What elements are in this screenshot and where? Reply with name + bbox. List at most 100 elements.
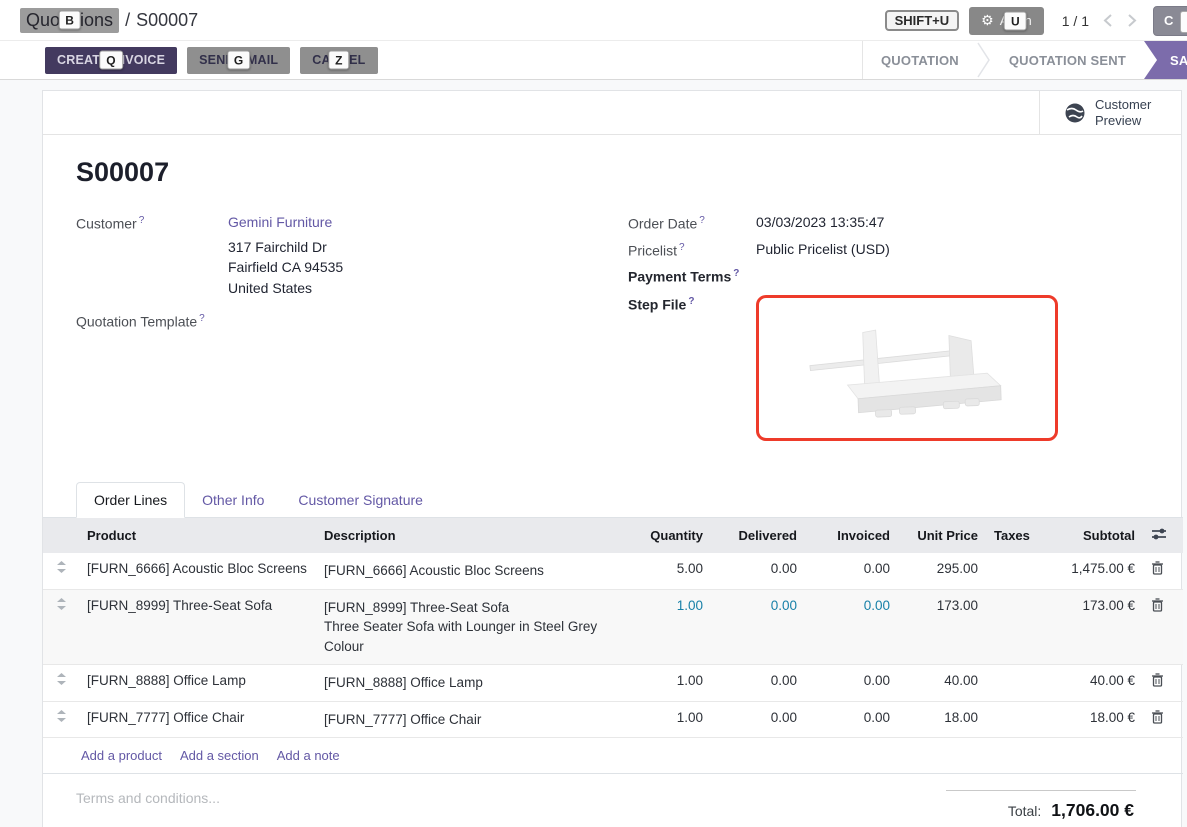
key-hint-send-email: G — [227, 51, 251, 70]
cell-quantity[interactable]: 1.00 — [621, 665, 711, 702]
customer-link[interactable]: Gemini Furniture — [228, 214, 332, 230]
cell-subtotal: 1,475.00 € — [1043, 553, 1143, 589]
cell-delivered[interactable]: 0.00 — [711, 665, 805, 702]
add-product-link[interactable]: Add a product — [81, 748, 162, 763]
add-note-link[interactable]: Add a note — [277, 748, 340, 763]
form-view-content: Customer Preview S00007 Customer? Gemini… — [0, 80, 1187, 827]
customer-preview-button[interactable]: Customer Preview — [1039, 91, 1181, 134]
cell-unit-price[interactable]: 295.00 — [898, 553, 986, 589]
action-menu-button[interactable]: ⚙ A U ion — [969, 7, 1044, 35]
sheet: Customer Preview S00007 Customer? Gemini… — [42, 90, 1182, 827]
delete-row-icon[interactable] — [1151, 561, 1164, 575]
breadcrumb-separator: / — [125, 10, 130, 31]
order-lines-table: Product Description Quantity Delivered I… — [43, 517, 1183, 738]
cell-invoiced[interactable]: 0.00 — [805, 589, 898, 665]
header-taxes[interactable]: Taxes — [986, 517, 1043, 553]
stage-sales-order[interactable]: SALES ORDER — [1144, 41, 1187, 79]
field-order-date: Order Date? 03/03/2023 13:35:47 — [628, 214, 1148, 232]
cell-subtotal: 40.00 € — [1043, 665, 1143, 702]
cell-delivered[interactable]: 0.00 — [711, 553, 805, 589]
cell-quantity[interactable]: 5.00 — [621, 553, 711, 589]
delete-row-icon[interactable] — [1151, 598, 1164, 612]
step-file-label: Step File? — [628, 295, 756, 441]
cell-invoiced[interactable]: 0.00 — [805, 701, 898, 738]
cell-delivered[interactable]: 0.00 — [711, 589, 805, 665]
pager-prev-icon[interactable] — [1103, 13, 1113, 28]
adjust-columns-icon[interactable] — [1151, 527, 1167, 541]
terms-input[interactable]: Terms and conditions... — [76, 790, 220, 821]
cell-quantity[interactable]: 1.00 — [621, 589, 711, 665]
header-invoiced[interactable]: Invoiced — [805, 517, 898, 553]
field-column-left: Customer? Gemini Furniture 317 Fairchild… — [76, 214, 628, 450]
cell-delivered[interactable]: 0.00 — [711, 701, 805, 738]
cutoff-create-button[interactable]: C — [1153, 6, 1187, 36]
cell-actions — [1143, 589, 1183, 665]
stage-chevron-icon — [977, 41, 991, 79]
field-payment-terms: Payment Terms? — [628, 267, 1148, 285]
header-subtotal[interactable]: Subtotal — [1043, 517, 1143, 553]
cell-invoiced[interactable]: 0.00 — [805, 665, 898, 702]
cell-product[interactable]: [FURN_7777] Office Chair — [79, 701, 316, 738]
statusbar: QUOTATION QUOTATION SENT SALES ORDER — [862, 41, 1187, 79]
cell-unit-price[interactable]: 40.00 — [898, 665, 986, 702]
drag-handle-icon[interactable] — [43, 701, 79, 738]
cell-product[interactable]: [FURN_6666] Acoustic Bloc Screens — [79, 553, 316, 589]
cell-taxes[interactable] — [986, 665, 1043, 702]
table-footer-links: Add a product Add a section Add a note — [43, 738, 1183, 774]
header-unit-price[interactable]: Unit Price — [898, 517, 986, 553]
field-grid: Customer? Gemini Furniture 317 Fairchild… — [76, 214, 1148, 450]
record-title: S00007 — [76, 157, 1148, 188]
pager-count: 1 / 1 — [1062, 13, 1089, 29]
drag-handle-icon[interactable] — [43, 553, 79, 589]
cell-product[interactable]: [FURN_8888] Office Lamp — [79, 665, 316, 702]
header-quantity[interactable]: Quantity — [621, 517, 711, 553]
customer-value: Gemini Furniture 317 Fairchild Dr Fairfi… — [228, 214, 343, 298]
add-section-link[interactable]: Add a section — [180, 748, 259, 763]
cell-actions — [1143, 665, 1183, 702]
cell-taxes[interactable] — [986, 553, 1043, 589]
field-customer: Customer? Gemini Furniture 317 Fairchild… — [76, 214, 628, 298]
total-value: 1,706.00 € — [1051, 800, 1134, 820]
stage-quotation-sent[interactable]: QUOTATION SENT — [991, 41, 1144, 79]
order-date-value[interactable]: 03/03/2023 13:35:47 — [756, 214, 884, 232]
header-description[interactable]: Description — [316, 517, 621, 553]
cell-product[interactable]: [FURN_8999] Three-Seat Sofa — [79, 589, 316, 665]
header-options — [1143, 517, 1183, 553]
cell-quantity[interactable]: 1.00 — [621, 701, 711, 738]
create-invoice-button[interactable]: CREATE INVOICE Q — [45, 47, 177, 74]
header-product[interactable]: Product — [79, 517, 316, 553]
cell-description[interactable]: [FURN_8999] Three-Seat Sofa Three Seater… — [316, 589, 621, 665]
drag-handle-icon[interactable] — [43, 589, 79, 665]
cell-description[interactable]: [FURN_7777] Office Chair — [316, 701, 621, 738]
cancel-button[interactable]: CANCEL Z — [300, 47, 377, 74]
cell-subtotal: 173.00 € — [1043, 589, 1143, 665]
cell-description[interactable]: [FURN_8888] Office Lamp — [316, 665, 621, 702]
cell-description[interactable]: [FURN_6666] Acoustic Bloc Screens — [316, 553, 621, 589]
header-delivered[interactable]: Delivered — [711, 517, 805, 553]
cell-unit-price[interactable]: 18.00 — [898, 701, 986, 738]
stage-quotation[interactable]: QUOTATION — [863, 41, 977, 79]
step-file-preview[interactable] — [756, 295, 1058, 441]
sheet-body: S00007 Customer? Gemini Furniture 317 Fa… — [43, 157, 1181, 821]
delete-row-icon[interactable] — [1151, 710, 1164, 724]
tab-other-info[interactable]: Other Info — [185, 483, 281, 517]
tab-order-lines[interactable]: Order Lines — [76, 482, 185, 518]
cell-taxes[interactable] — [986, 589, 1043, 665]
shortcut-badge: SHIFT+U — [885, 10, 960, 31]
cell-invoiced[interactable]: 0.00 — [805, 553, 898, 589]
pricelist-value[interactable]: Public Pricelist (USD) — [756, 241, 890, 259]
breadcrumb-quotations[interactable]: Quotations B — [20, 8, 119, 33]
total-label: Total: — [1008, 803, 1041, 819]
key-hint-breadcrumb: B — [58, 11, 81, 30]
key-hint-create-invoice: Q — [99, 51, 123, 70]
key-hint-cutoff — [1180, 11, 1187, 33]
cell-taxes[interactable] — [986, 701, 1043, 738]
delete-row-icon[interactable] — [1151, 673, 1164, 687]
cell-unit-price[interactable]: 173.00 — [898, 589, 986, 665]
drag-handle-icon[interactable] — [43, 665, 79, 702]
pager-next-icon[interactable] — [1127, 13, 1137, 28]
help-icon: ? — [688, 296, 694, 307]
control-bar: CREATE INVOICE Q SEND EMAIL G CANCEL Z Q… — [0, 41, 1187, 80]
tab-customer-signature[interactable]: Customer Signature — [281, 483, 440, 517]
send-email-button[interactable]: SEND EMAIL G — [187, 47, 290, 74]
